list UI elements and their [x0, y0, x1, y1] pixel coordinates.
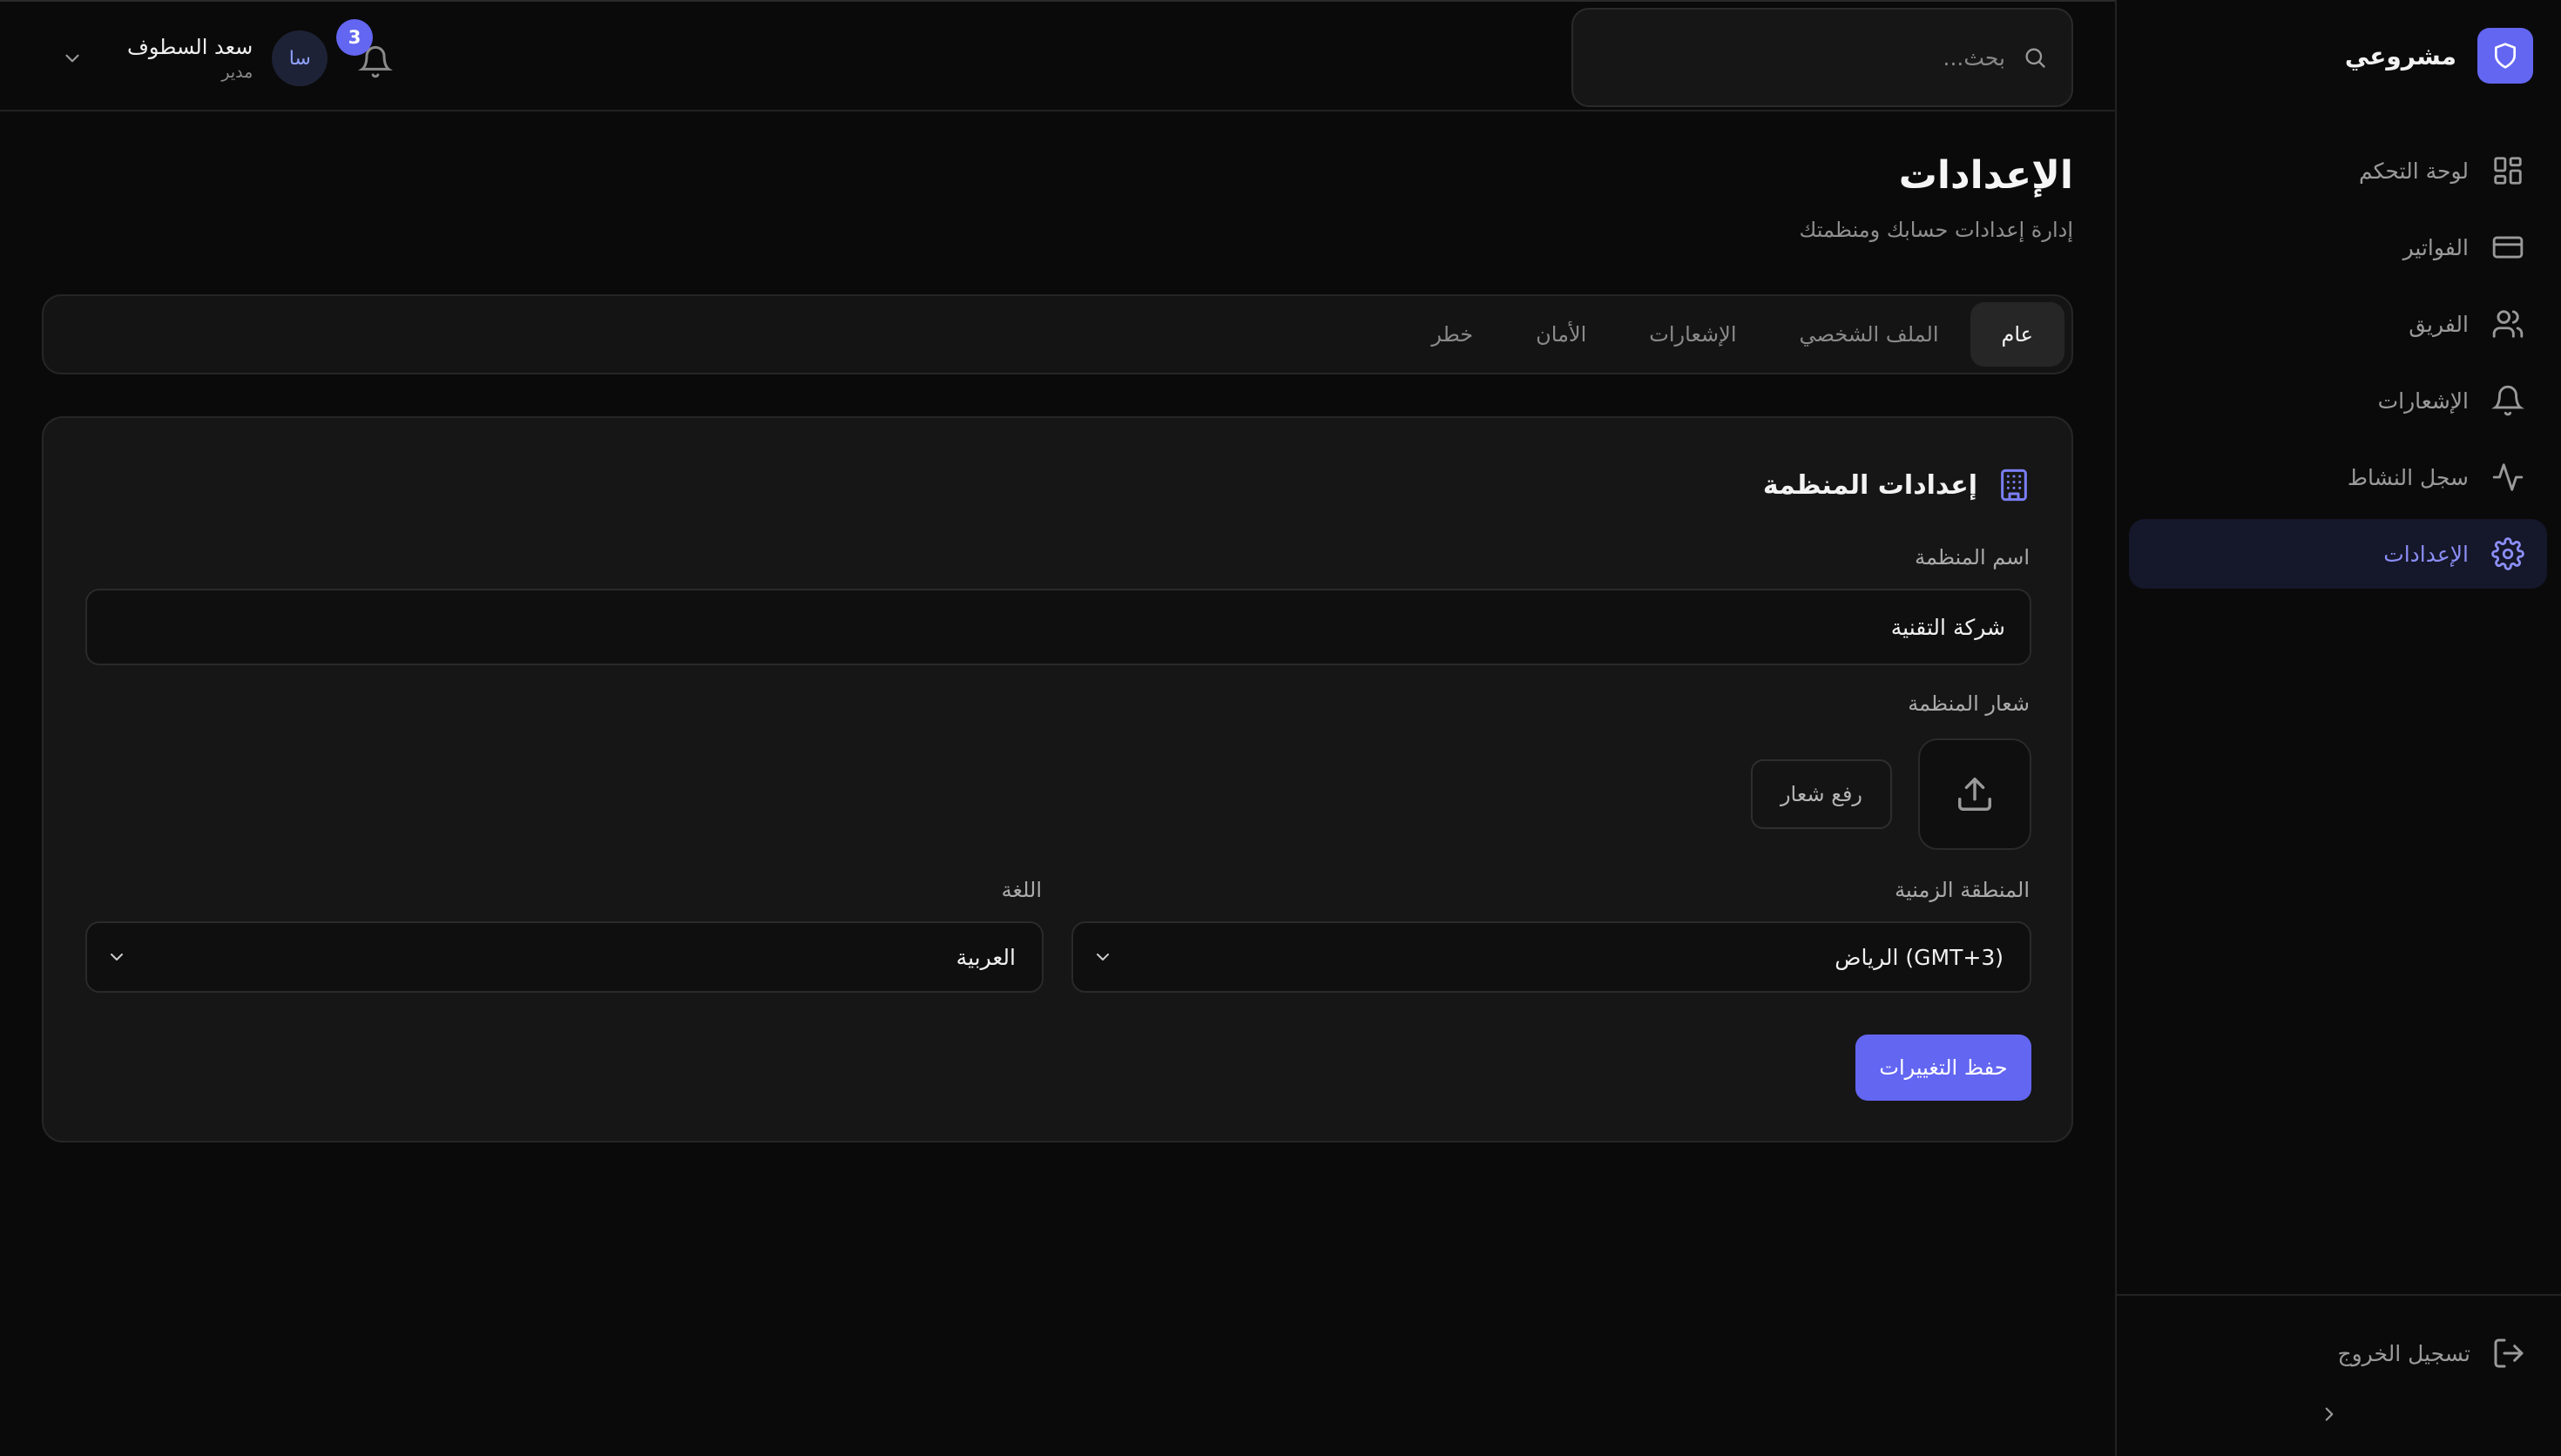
language-value: العربية [956, 944, 1016, 970]
org-logo-label: شعار المنظمة [1908, 691, 2030, 716]
brand[interactable]: مشروعي [2345, 28, 2533, 84]
sidebar-item-label: الإشعارات [2377, 388, 2469, 414]
chevron-down-icon [1092, 947, 1113, 967]
notification-badge: 3 [336, 19, 373, 56]
activity-icon [2490, 459, 2526, 495]
org-name-input[interactable] [85, 589, 2031, 665]
avatar: سا [272, 30, 328, 86]
user-menu[interactable]: سا سعد السطوف مدير [61, 28, 328, 89]
chevron-down-icon[interactable] [61, 47, 84, 70]
sidebar-item-label: الإعدادات [2383, 541, 2469, 567]
user-info: سعد السطوف مدير [127, 33, 253, 84]
sidebar-item-label: الفواتير [2402, 234, 2469, 260]
users-icon [2490, 306, 2526, 342]
gear-icon [2490, 536, 2526, 572]
logout-label: تسجيل الخروج [2337, 1340, 2470, 1366]
sidebar-nav: لوحة التحكم الفواتير الفريق الإشعارات سج… [2129, 136, 2547, 596]
org-name-label: اسم المنظمة [1915, 545, 2030, 570]
tab-security[interactable]: الأمان [1504, 302, 1618, 367]
settings-tabs: عام الملف الشخصي الإشعارات الأمان خطر [42, 294, 2073, 374]
chevron-down-icon [106, 947, 127, 967]
sidebar-item-notifications[interactable]: الإشعارات [2129, 366, 2547, 435]
shield-icon [2477, 28, 2533, 84]
sidebar-item-dashboard[interactable]: لوحة التحكم [2129, 136, 2547, 206]
sidebar-item-invoices[interactable]: الفواتير [2129, 212, 2547, 282]
card-header: إعدادات المنظمة [1763, 463, 2031, 507]
sidebar: مشروعي لوحة التحكم الفواتير الفريق الإشع… [2115, 0, 2561, 1456]
collapse-sidebar-button[interactable] [2312, 1397, 2347, 1432]
upload-logo-button[interactable]: رفع شعار [1751, 759, 1892, 829]
chevron-right-icon [2318, 1403, 2341, 1426]
user-role: مدير [221, 63, 253, 82]
language-label: اللغة [1001, 878, 1042, 902]
organization-settings-card: إعدادات المنظمة اسم المنظمة شعار المنظمة… [42, 416, 2073, 1143]
sidebar-item-settings[interactable]: الإعدادات [2129, 519, 2547, 589]
sidebar-item-label: سجل النشاط [2347, 464, 2469, 490]
search-icon [2023, 45, 2047, 70]
page-subtitle: إدارة إعدادات حسابك ومنظمتك [1799, 218, 2073, 242]
credit-card-icon [2490, 229, 2526, 266]
sidebar-item-label: لوحة التحكم [2358, 158, 2469, 184]
card-title: إعدادات المنظمة [1762, 469, 1977, 501]
search-input[interactable] [1605, 44, 2005, 71]
bell-icon [2490, 382, 2526, 419]
search-box[interactable] [1571, 8, 2073, 107]
tab-danger[interactable]: خطر [1400, 302, 1504, 367]
sidebar-item-label: الفريق [2409, 311, 2469, 337]
sidebar-item-activity-log[interactable]: سجل النشاط [2129, 442, 2547, 512]
sidebar-footer: تسجيل الخروج [2117, 1294, 2561, 1421]
timezone-select[interactable]: الرياض (GMT+3) [1071, 921, 2031, 993]
tab-notifications[interactable]: الإشعارات [1618, 302, 1767, 367]
grid-icon [2490, 152, 2526, 189]
brand-name: مشروعي [2344, 41, 2456, 71]
tab-profile[interactable]: الملف الشخصي [1768, 302, 1970, 367]
timezone-label: المنطقة الزمنية [1895, 878, 2030, 902]
tab-general[interactable]: عام [1970, 302, 2064, 367]
timezone-value: الرياض (GMT+3) [1835, 944, 2004, 970]
logo-dropzone[interactable] [1918, 738, 2031, 850]
logout-button[interactable]: تسجيل الخروج [2337, 1327, 2526, 1379]
sidebar-item-team[interactable]: الفريق [2129, 289, 2547, 359]
building-icon [1997, 468, 2031, 502]
save-changes-button[interactable]: حفظ التغييرات [1855, 1035, 2031, 1101]
top-header: 3 سا سعد السطوف مدير [0, 0, 2115, 111]
page-title: الإعدادات [1898, 153, 2073, 198]
upload-icon [1955, 774, 1995, 814]
logout-icon [2491, 1336, 2526, 1371]
user-name: سعد السطوف [127, 35, 253, 59]
language-select[interactable]: العربية [85, 921, 1044, 993]
